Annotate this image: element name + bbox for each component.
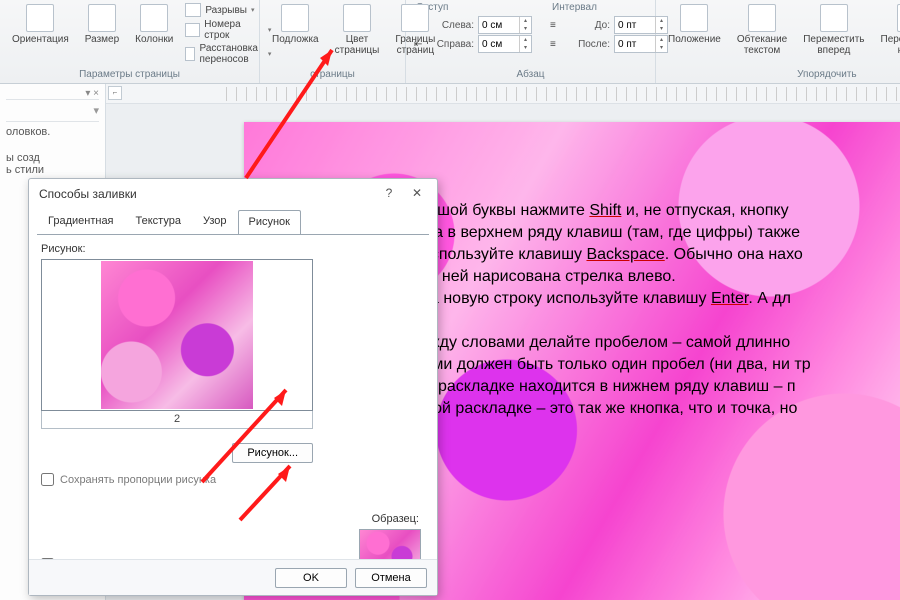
spacing-caption: Интервал (550, 2, 668, 15)
group-label-paragraph: Абзац (414, 67, 647, 83)
size-button[interactable]: Размер (81, 2, 123, 47)
ok-button[interactable]: OK (275, 568, 347, 588)
picture-label: Рисунок: (41, 243, 425, 255)
nav-text: ы созд (6, 152, 99, 164)
ruler: ⌐ (106, 84, 900, 104)
tab-gradient[interactable]: Градиентная (37, 209, 125, 233)
picture-name: 2 (41, 411, 313, 429)
nav-text: оловков. (6, 126, 99, 138)
page-color-button[interactable]: Цвет страницы (331, 2, 384, 58)
ruler-toggle[interactable]: ⌐ (108, 86, 122, 100)
wrap-text-button[interactable]: Обтекание текстом (733, 2, 791, 58)
dialog-title: Способы заливки (39, 187, 137, 201)
cancel-button[interactable]: Отмена (355, 568, 427, 588)
nav-close-button[interactable]: ▾ × (85, 88, 99, 99)
spacing-before-icon: ≡ (550, 20, 560, 31)
tab-texture[interactable]: Текстура (125, 209, 192, 233)
dialog-help-button[interactable]: ? (375, 183, 403, 205)
bring-forward-button[interactable]: Переместить вперед (799, 2, 868, 58)
nav-text: ь стили (6, 164, 99, 176)
sample-label: Образец: (372, 513, 419, 525)
lock-aspect-checkbox[interactable]: Сохранять пропорции рисунка (41, 473, 425, 486)
columns-button[interactable]: Колонки (131, 2, 177, 47)
send-backward-button[interactable]: Переместить назад (877, 2, 900, 58)
indent-right-input[interactable]: ▴▾ (478, 35, 532, 53)
fill-effects-dialog: Способы заливки ? ✕ Градиентная Текстура… (28, 178, 438, 596)
indent-left-input[interactable]: ▴▾ (478, 16, 532, 34)
dialog-tabs: Градиентная Текстура Узор Рисунок (29, 209, 437, 234)
group-label-page-bg: страницы (268, 67, 397, 83)
tab-pattern[interactable]: Узор (192, 209, 238, 233)
hyphenation-button[interactable]: Расстановка переносов▾ (185, 43, 271, 65)
watermark-button[interactable]: Подложка (268, 2, 323, 47)
spacing-after-icon: ≡ (550, 39, 560, 50)
breaks-button[interactable]: Разрывы▾ (185, 3, 271, 17)
tab-picture[interactable]: Рисунок (238, 210, 302, 234)
group-label-arrange: Упорядочить (664, 67, 900, 83)
position-button[interactable]: Положение (664, 2, 725, 47)
select-picture-button[interactable]: Рисунок... (232, 443, 313, 463)
indent-right-icon: ⇤ (414, 39, 424, 50)
orientation-button[interactable]: Ориентация (8, 2, 73, 47)
line-numbers-button[interactable]: Номера строк▾ (185, 19, 271, 41)
ribbon: Ориентация Размер Колонки Разрывы▾ Номер… (0, 0, 900, 84)
group-label-page-setup: Параметры страницы (8, 67, 251, 83)
dialog-close-button[interactable]: ✕ (403, 183, 431, 205)
indent-caption: Отступ (414, 2, 532, 15)
picture-preview (41, 259, 313, 411)
